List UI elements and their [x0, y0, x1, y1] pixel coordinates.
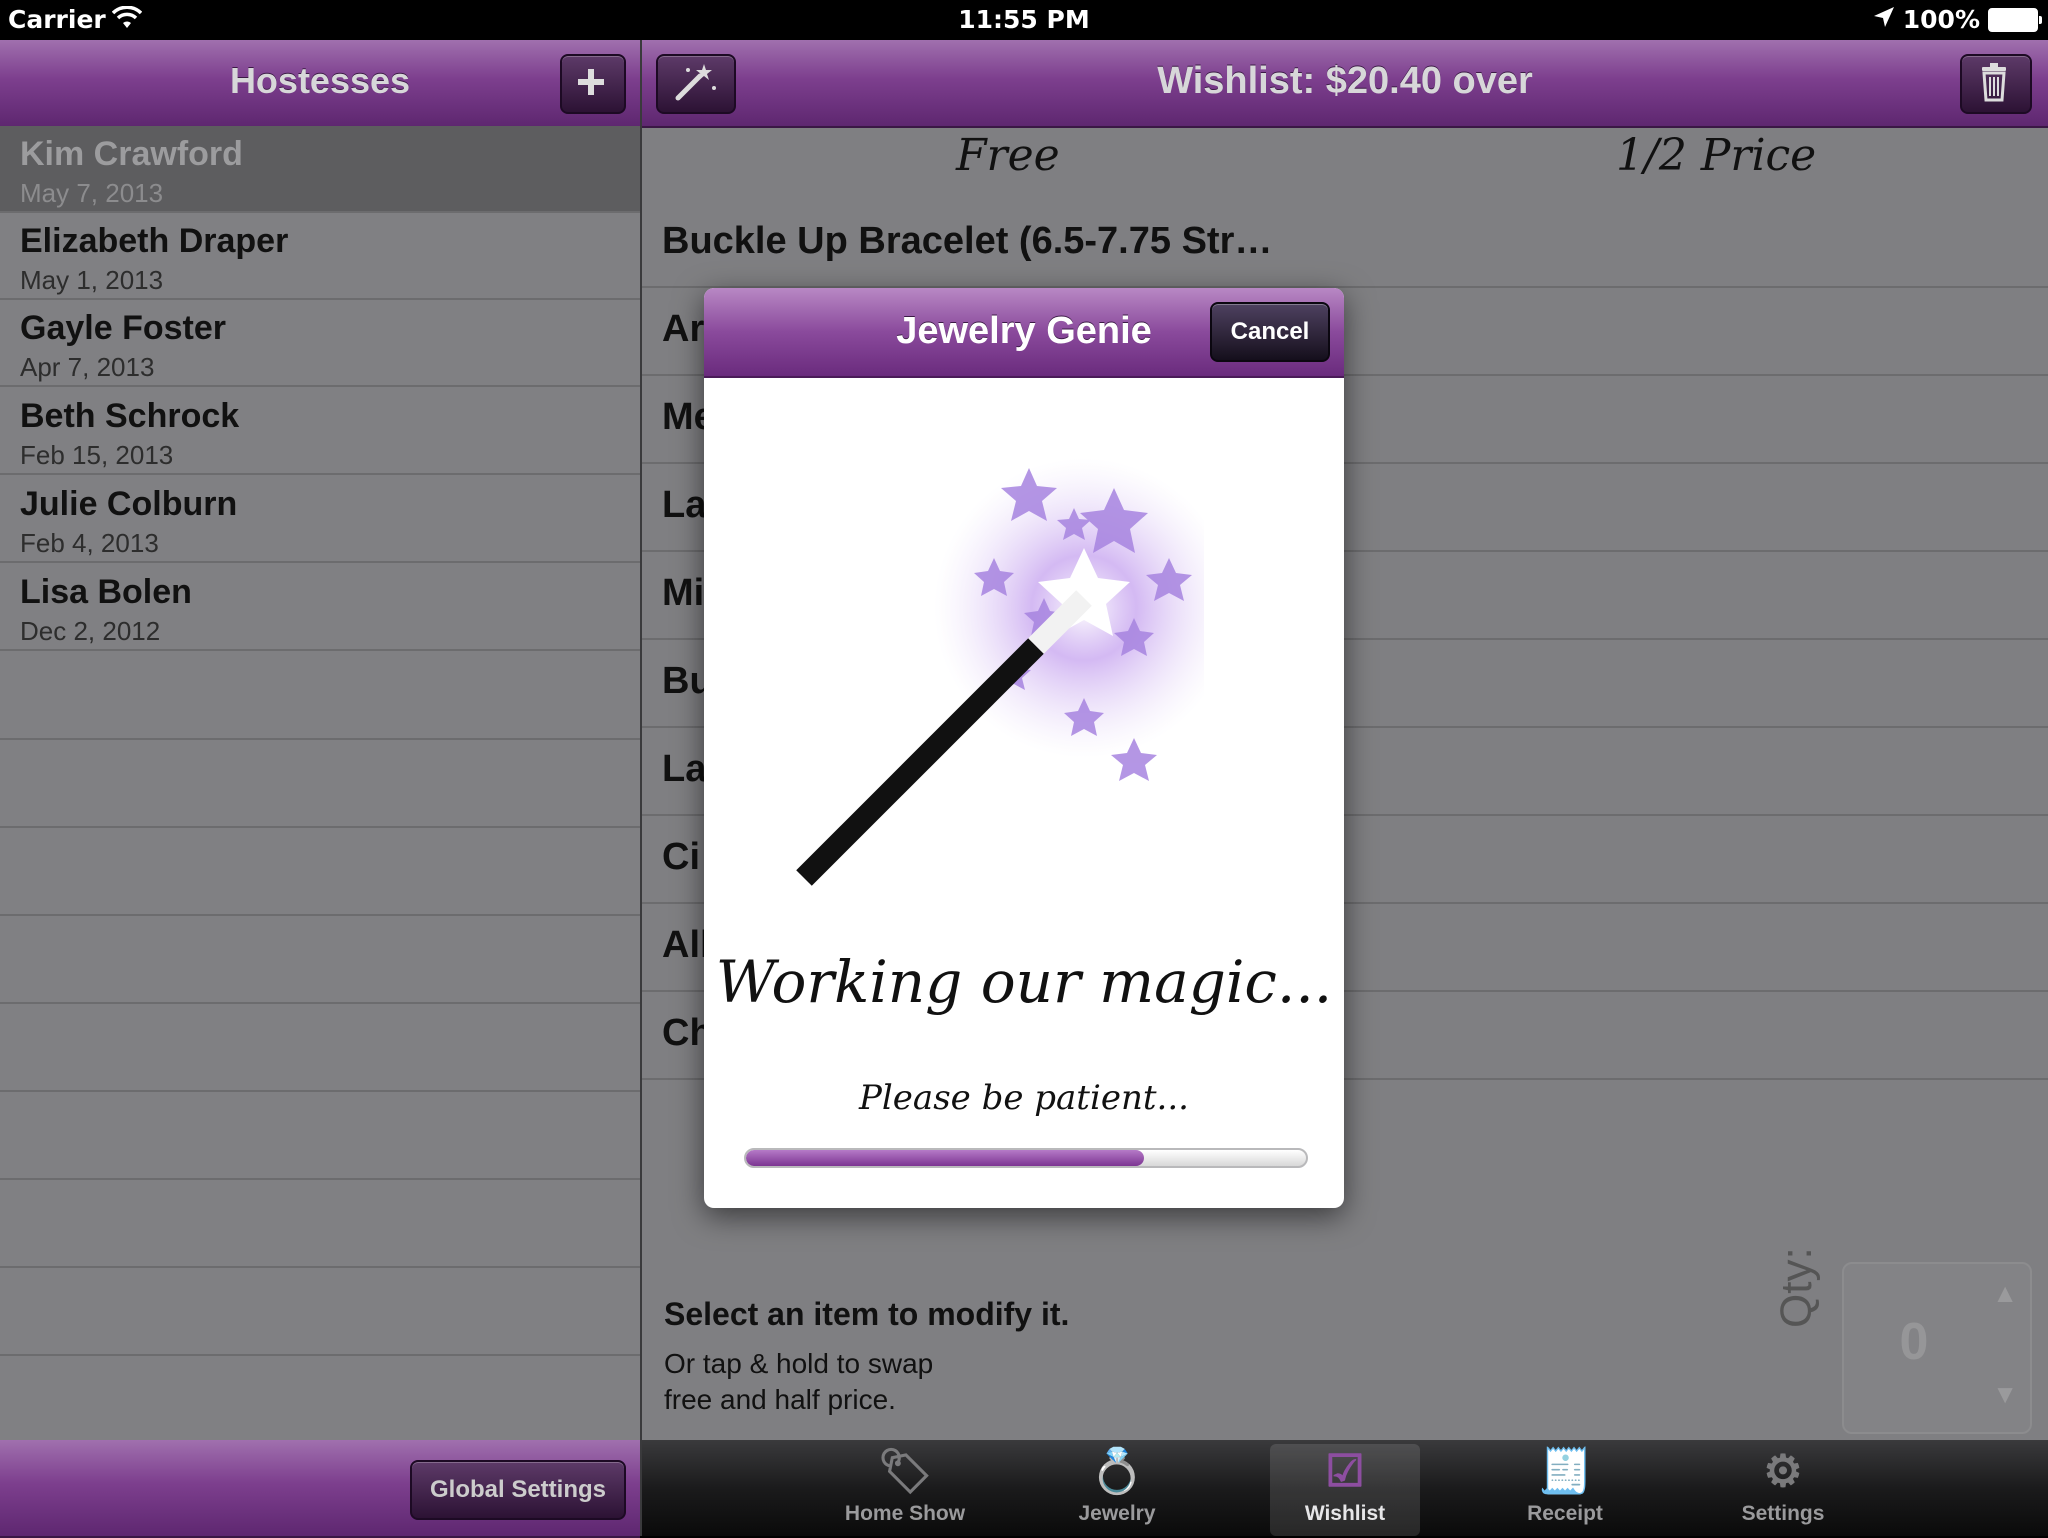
cancel-button[interactable]: Cancel	[1210, 302, 1330, 362]
clock: 11:55 PM	[958, 5, 1090, 34]
dialog-header: Jewelry Genie Cancel	[704, 288, 1344, 378]
jewelry-genie-dialog: Jewelry Genie Cancel Working our magic..…	[704, 288, 1344, 1208]
working-message: Working our magic...	[715, 948, 1333, 1016]
location-icon	[1873, 5, 1895, 34]
battery-percent: 100%	[1902, 5, 1980, 34]
patience-message: Please be patient...	[859, 1078, 1189, 1118]
progress-bar-fill	[746, 1150, 1144, 1166]
magic-wand-stars-icon	[784, 438, 1234, 898]
status-bar: Carrier 11:55 PM 100%	[0, 0, 2048, 40]
battery-icon	[1988, 7, 2042, 32]
progress-bar	[744, 1148, 1308, 1168]
